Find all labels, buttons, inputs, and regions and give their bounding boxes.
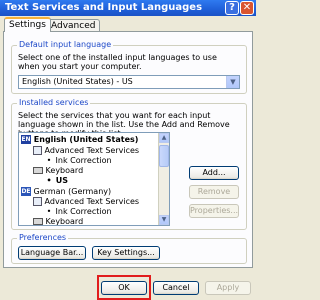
installed-services-group: Installed services Select the services t… (11, 98, 247, 230)
default-language-combo[interactable]: English (United States) - US ▼ (18, 75, 240, 89)
tree-item-ink-correction[interactable]: • Ink Correction (45, 207, 112, 217)
language-badge-de: DE (21, 187, 31, 196)
bullet-icon: • (46, 156, 52, 165)
default-language-description: Select one of the installed input langua… (18, 53, 217, 71)
tree-item-label: Keyboard (45, 217, 84, 226)
tree-item-us-keyboard[interactable]: • US (45, 176, 68, 186)
text-services-icon (33, 197, 42, 206)
add-button[interactable]: Add... (189, 166, 239, 180)
help-icon: ? (229, 2, 235, 13)
settings-panel: Default input language Select one of the… (3, 31, 253, 268)
scroll-up-icon[interactable]: ▲ (159, 133, 169, 143)
ok-highlight-box (97, 275, 151, 300)
tree-item-label: Keyboard (45, 166, 84, 175)
tree-item-label: English (United States) (33, 135, 139, 144)
title-bar: Text Services and Input Languages (0, 0, 256, 16)
tree-item-german[interactable]: DE German (Germany) (21, 187, 111, 197)
default-language-group: Default input language Select one of the… (11, 40, 247, 94)
scroll-thumb[interactable] (159, 145, 169, 167)
services-scrollbar[interactable]: ▲ ▼ (158, 133, 169, 225)
tree-item-keyboard[interactable]: Keyboard (33, 217, 84, 226)
services-tree[interactable]: EN English (United States) Advanced Text… (18, 132, 170, 226)
language-bar-button[interactable]: Language Bar... (18, 246, 86, 260)
scroll-down-icon[interactable]: ▼ (159, 215, 169, 225)
tree-item-label: German (Germany) (33, 187, 112, 196)
tree-item-label: Advanced Text Services (44, 146, 140, 155)
close-button[interactable]: ✕ (240, 1, 254, 15)
help-button[interactable]: ? (225, 1, 239, 15)
preferences-legend: Preferences (17, 233, 69, 243)
bullet-icon: • (46, 207, 52, 216)
chevron-down-icon[interactable]: ▼ (226, 76, 239, 88)
tree-item-label: Ink Correction (55, 207, 112, 216)
preferences-group: Preferences Language Bar... Key Settings… (11, 233, 247, 264)
close-icon: ✕ (242, 2, 252, 13)
tree-item-ink-correction[interactable]: • Ink Correction (45, 156, 112, 166)
tab-settings[interactable]: Settings (4, 17, 51, 32)
cancel-button[interactable]: Cancel (153, 281, 199, 295)
tree-item-label: US (55, 176, 69, 185)
key-settings-button[interactable]: Key Settings... (92, 246, 160, 260)
bullet-icon: • (46, 176, 52, 185)
window-title: Text Services and Input Languages (5, 2, 203, 13)
installed-services-legend: Installed services (17, 98, 91, 108)
tree-item-advanced-text-services[interactable]: Advanced Text Services (33, 197, 139, 207)
tree-item-english[interactable]: EN English (United States) (21, 135, 138, 145)
keyboard-icon (33, 167, 43, 174)
tree-item-keyboard[interactable]: Keyboard (33, 166, 83, 176)
tree-item-label: Ink Correction (55, 156, 112, 165)
remove-button[interactable]: Remove (189, 185, 239, 199)
keyboard-icon (33, 218, 43, 225)
apply-button[interactable]: Apply (205, 281, 251, 295)
tree-item-advanced-text-services[interactable]: Advanced Text Services (33, 146, 139, 156)
language-badge-en: EN (21, 135, 31, 144)
default-language-legend: Default input language (17, 40, 114, 50)
tree-item-label: Advanced Text Services (44, 197, 140, 206)
properties-button[interactable]: Properties... (189, 204, 239, 218)
default-language-value: English (United States) - US (22, 77, 133, 86)
dialog-window: Text Services and Input Languages ? ✕ Se… (0, 0, 256, 300)
text-services-icon (33, 146, 42, 155)
